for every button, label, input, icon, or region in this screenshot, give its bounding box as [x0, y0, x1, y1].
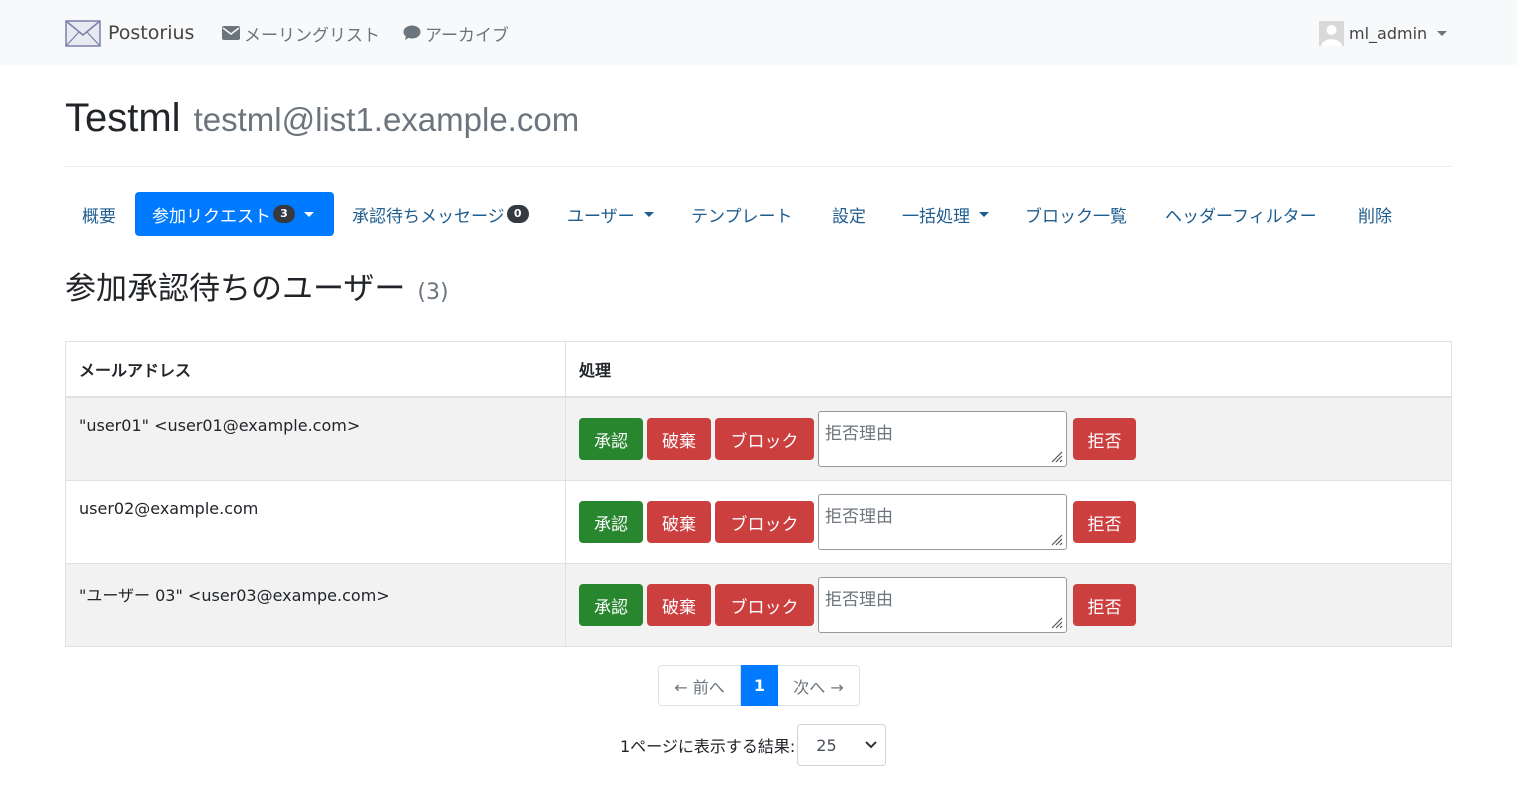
tab-templates[interactable]: テンプレート [691, 192, 793, 236]
tab-delete-label: 削除 [1358, 206, 1392, 227]
pending-requests-table: メールアドレス 処理 "user01" <user01@example.com>… [65, 341, 1452, 647]
ban-button[interactable]: ブロック [715, 584, 814, 626]
discard-button[interactable]: 破棄 [647, 418, 711, 460]
pagination: ← 前へ 1 次へ → [658, 665, 860, 706]
tab-held-messages[interactable]: 承認待ちメッセージ 0 [352, 192, 529, 236]
tab-delete[interactable]: 削除 [1358, 192, 1392, 236]
per-page-control: 1ページに表示する結果: 25 [620, 724, 887, 766]
approve-button[interactable]: 承認 [579, 584, 643, 626]
reject-reason-placeholder: 拒否理由 [825, 590, 893, 610]
caret-down-icon [304, 211, 314, 217]
ban-button[interactable]: ブロック [715, 418, 814, 460]
approve-button[interactable]: 承認 [579, 501, 643, 543]
nav-mailing-lists-label: メーリングリスト [244, 25, 380, 46]
next-page-link[interactable]: 次へ → [778, 665, 860, 706]
tab-ban-list[interactable]: ブロック一覧 [1025, 192, 1127, 236]
section-heading-text: 参加承認待ちのユーザー [65, 271, 406, 307]
reject-button[interactable]: 拒否 [1073, 501, 1136, 543]
list-name: Testml [65, 96, 181, 140]
request-actions: 承認 破棄 ブロック 拒否理由 拒否 [566, 398, 1451, 480]
tab-overview-label: 概要 [82, 206, 116, 227]
nav-mailing-lists[interactable]: メーリングリスト [222, 20, 380, 46]
user-silhouette-icon [1319, 20, 1344, 46]
count-badge: 0 [506, 205, 529, 223]
resize-grip-icon[interactable] [1049, 532, 1063, 546]
brand-name: Postorius [108, 22, 195, 44]
request-actions: 承認 破棄 ブロック 拒否理由 拒否 [566, 481, 1451, 563]
chevron-down-icon [865, 741, 877, 749]
tab-header-filters[interactable]: ヘッダーフィルター [1165, 192, 1317, 236]
column-header-actions: 処理 [579, 361, 612, 380]
tab-settings-label: 設定 [832, 206, 866, 227]
reject-reason-textarea[interactable]: 拒否理由 [818, 411, 1067, 467]
prev-page-link[interactable]: ← 前へ [658, 665, 741, 706]
current-page[interactable]: 1 [741, 665, 778, 706]
table-header-row: メールアドレス 処理 [66, 342, 1451, 397]
envelope-icon [222, 26, 240, 40]
table-row: "user01" <user01@example.com> 承認 破棄 ブロック… [66, 397, 1451, 480]
top-navbar: Postorius メーリングリスト アーカイブ ml_admin [0, 0, 1517, 65]
list-address: testml@list1.example.com [193, 101, 580, 138]
user-dropdown[interactable]: ml_admin [1319, 20, 1448, 46]
tab-header-filters-label: ヘッダーフィルター [1165, 206, 1317, 227]
tab-held-messages-label: 承認待ちメッセージ [352, 206, 505, 227]
tab-ban-list-label: ブロック一覧 [1025, 206, 1127, 227]
tab-mass-operations-label: 一括処理 [902, 206, 970, 227]
section-heading-count: (3) [417, 280, 449, 305]
column-header-email: メールアドレス [66, 342, 566, 396]
brand-link[interactable]: Postorius [65, 17, 194, 49]
table-row: user02@example.com 承認 破棄 ブロック 拒否理由 拒否 [66, 480, 1451, 563]
tab-subscription-requests-label: 参加リクエスト [152, 206, 271, 227]
tab-overview[interactable]: 概要 [82, 192, 116, 236]
caret-down-icon [979, 211, 989, 217]
resize-grip-icon[interactable] [1049, 615, 1063, 629]
envelope-logo-icon [65, 20, 101, 47]
tab-subscription-requests[interactable]: 参加リクエスト 3 [135, 192, 334, 236]
tab-settings[interactable]: 設定 [832, 192, 866, 236]
comment-icon [403, 25, 421, 40]
discard-button[interactable]: 破棄 [647, 584, 711, 626]
caret-down-icon [643, 211, 654, 217]
reject-button[interactable]: 拒否 [1073, 418, 1136, 460]
title-divider [65, 166, 1452, 167]
reject-reason-placeholder: 拒否理由 [825, 424, 893, 444]
avatar [1319, 20, 1344, 46]
request-email: "user01" <user01@example.com> [66, 398, 566, 480]
reject-reason-placeholder: 拒否理由 [825, 507, 893, 527]
tab-mass-operations[interactable]: 一括処理 [902, 192, 989, 236]
request-email: "ユーザー 03" <user03@exampe.com> [66, 564, 566, 646]
page-title: Testml testml@list1.example.com [65, 96, 579, 141]
caret-down-icon [1437, 30, 1448, 36]
reject-reason-textarea[interactable]: 拒否理由 [818, 577, 1067, 633]
count-badge: 3 [273, 205, 295, 223]
tab-users[interactable]: ユーザー [567, 192, 654, 236]
nav-archives-label: アーカイブ [425, 25, 509, 46]
tab-users-label: ユーザー [567, 206, 635, 227]
tab-templates-label: テンプレート [691, 206, 793, 227]
reject-reason-textarea[interactable]: 拒否理由 [818, 494, 1067, 550]
discard-button[interactable]: 破棄 [647, 501, 711, 543]
request-email: user02@example.com [66, 481, 566, 563]
per-page-select[interactable]: 25 [797, 724, 887, 766]
approve-button[interactable]: 承認 [579, 418, 643, 460]
username: ml_admin [1349, 23, 1428, 43]
request-actions: 承認 破棄 ブロック 拒否理由 拒否 [566, 564, 1451, 646]
table-row: "ユーザー 03" <user03@exampe.com> 承認 破棄 ブロック… [66, 563, 1451, 646]
section-heading: 参加承認待ちのユーザー (3) [65, 263, 449, 308]
reject-button[interactable]: 拒否 [1073, 584, 1136, 626]
per-page-value: 25 [816, 735, 837, 755]
per-page-label: 1ページに表示する結果: [620, 737, 796, 756]
ban-button[interactable]: ブロック [715, 501, 814, 543]
nav-archives[interactable]: アーカイブ [403, 20, 509, 46]
resize-grip-icon[interactable] [1049, 449, 1063, 463]
